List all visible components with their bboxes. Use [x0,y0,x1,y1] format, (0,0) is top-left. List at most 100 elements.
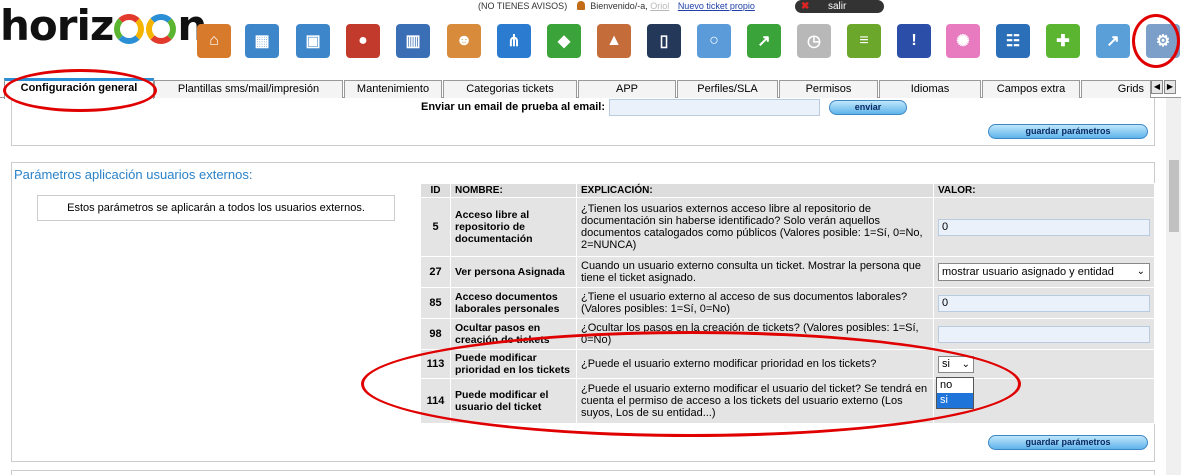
tab-scroll-right-icon[interactable]: ▶ [1164,80,1176,94]
user-icon [576,1,585,10]
chart-icon[interactable]: ↗ [747,24,781,58]
row-id: 113 [420,349,451,379]
row-name: Puede modificar prioridad en los tickets [450,349,577,379]
growth-chart-icon[interactable]: ↗ [1096,24,1130,58]
annotation-circle-settings [1132,14,1180,68]
section-title: Parámetros aplicación usuarios externos: [14,167,253,182]
row-explanation: ¿Puede el usuario externo modificar prio… [576,349,934,379]
row-explanation: ¿Ocultar los pasos en la creación de tic… [576,318,934,350]
team-icon[interactable]: ☷ [996,24,1030,58]
save-params-button-top[interactable]: guardar parámetros [988,124,1148,139]
table-row: 114 Puede modificar el usuario del ticke… [420,378,1155,424]
row-value-cell: mostrar usuario asignado y entidad ⌄ [933,256,1155,288]
row-name: Puede modificar el usuario del ticket [450,378,577,424]
value-select[interactable]: si ⌄ [938,355,974,373]
email-test-label: Enviar un email de prueba al email: [421,101,606,113]
image-search-icon[interactable]: ▦ [245,24,279,58]
next-section [11,470,1155,475]
table-row: 5 Acceso libre al repositorio de documen… [420,197,1155,257]
row-value-cell: 0 [933,197,1155,257]
magnifier-icon[interactable]: ○ [697,24,731,58]
dropdown-option-no[interactable]: no [937,378,973,393]
tab-permisos[interactable]: Permisos [779,80,878,98]
row-name: Ocultar pasos en creación de tickets [450,318,577,350]
screen-search-icon[interactable]: ▣ [296,24,330,58]
map-pin-icon[interactable]: ● [346,24,380,58]
tab-campos-extra[interactable]: Campos extra [982,80,1080,98]
col-id: ID [420,183,451,198]
value-input[interactable] [938,325,1150,343]
table-row: 27 Ver persona Asignada Cuando un usuari… [420,256,1155,288]
close-icon: ✖ [801,1,810,12]
row-value-cell [933,318,1155,350]
email-test-input[interactable] [609,99,820,116]
value-input[interactable]: 0 [938,218,1150,236]
tab-configuracion-general[interactable]: Configuración general [4,78,154,99]
row-id: 5 [420,197,451,257]
table-row: 98 Ocultar pasos en creación de tickets … [420,318,1155,350]
stopwatch-icon[interactable]: ◷ [797,24,831,58]
page-scrollbar[interactable] [1166,98,1181,475]
tab-categorias-tickets[interactable]: Categorias tickets [443,80,577,98]
table-row: 113 Puede modificar prioridad en los tic… [420,349,1155,379]
value-select[interactable]: mostrar usuario asignado y entidad ⌄ [938,263,1150,281]
books-icon[interactable]: ≡ [847,24,881,58]
select-value: mostrar usuario asignado y entidad [942,266,1114,278]
row-explanation: ¿Tienen los usuarios externos acceso lib… [576,197,934,257]
horizoon-logo[interactable]: horiz n [0,2,207,50]
tab-idiomas[interactable]: Idiomas [879,80,981,98]
dots-circle-icon[interactable]: ✺ [946,24,980,58]
row-explanation: Cuando un usuario externo consulta un ti… [576,256,934,288]
logout-label: salir [828,1,847,12]
building-icon[interactable]: ▥ [396,24,430,58]
scrollbar-thumb[interactable] [1169,160,1179,232]
row-name: Acceso libre al repositorio de documenta… [450,197,577,257]
logout-button[interactable]: ✖ salir [795,0,884,13]
row-name: Acceso documentos laborales personales [450,287,577,319]
cubes-icon[interactable]: ◆ [547,24,581,58]
row-value-cell: si ⌄ [933,349,1155,379]
welcome-text: Bienvenido/-a, [590,1,648,11]
tab-app[interactable]: APP [578,80,676,98]
tab-grids[interactable]: Grids [1081,80,1151,98]
table-header-row: ID NOMBRE: EXPLICACIÓN: VALOR: [420,183,1155,198]
chevron-down-icon: ⌄ [961,358,970,370]
row-id: 27 [420,256,451,288]
row-explanation: ¿Puede el usuario externo modificar el u… [576,378,934,424]
hierarchy-icon[interactable]: ⋔ [497,24,531,58]
row-explanation: ¿Tiene el usuario externo al acceso de s… [576,287,934,319]
home-icon[interactable]: ⌂ [197,24,231,58]
top-bar: horiz n (NO TIENES AVISOS) Bienvenido/-a,… [0,0,1181,66]
factory-icon[interactable]: ▲ [597,24,631,58]
new-ticket-link[interactable]: Nuevo ticket propio [678,1,755,11]
tab-mantenimiento[interactable]: Mantenimiento [344,80,442,98]
save-params-button-bottom[interactable]: guardar parámetros [988,435,1148,450]
row-id: 85 [420,287,451,319]
user-link[interactable]: Oriol [650,1,669,11]
notice-text: (NO TIENES AVISOS) [478,1,568,11]
tab-bar: Configuración general Plantillas sms/mai… [0,78,1181,99]
tab-perfiles-sla[interactable]: Perfiles/SLA [677,80,778,98]
info-box: Estos parámetros se aplicarán a todos lo… [37,195,395,221]
priority-dropdown-list: no si [936,377,974,409]
row-value-cell: 0 [933,287,1155,319]
row-name: Ver persona Asignada [450,256,577,288]
tab-plantillas[interactable]: Plantillas sms/mail/impresión [154,80,343,98]
chevron-down-icon: ⌄ [1136,266,1145,277]
row-id: 114 [420,378,451,424]
params-table: ID NOMBRE: EXPLICACIÓN: VALOR: 5 Acceso … [420,183,1155,424]
warning-icon[interactable]: ! [897,24,931,58]
tablet-icon[interactable]: ▯ [647,24,681,58]
send-email-button[interactable]: enviar [829,100,907,115]
col-valor: VALOR: [933,183,1155,198]
users-icon[interactable]: ☻ [447,24,481,58]
top-info: (NO TIENES AVISOS) Bienvenido/-a, Oriol … [478,1,755,11]
puzzle-icon[interactable]: ✚ [1046,24,1080,58]
dropdown-option-si[interactable]: si [937,393,973,408]
row-id: 98 [420,318,451,350]
tab-scroll-left-icon[interactable]: ◀ [1151,80,1163,94]
table-row: 85 Acceso documentos laborales personale… [420,287,1155,319]
col-nombre: NOMBRE: [450,183,577,198]
select-value: si [942,357,950,370]
value-input[interactable]: 0 [938,294,1150,312]
